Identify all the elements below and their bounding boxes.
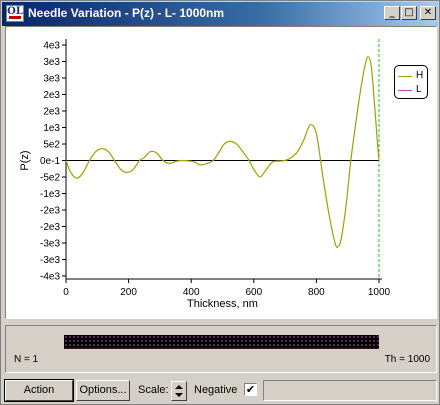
x-tick-label: 800 <box>308 287 325 298</box>
close-button[interactable]: ✕ <box>420 6 436 20</box>
y-tick-label: -1e3 <box>40 189 60 200</box>
negative-label: Negative <box>194 384 238 396</box>
scale-label: Scale: <box>138 384 169 396</box>
y-tick-label: -5e2 <box>40 173 60 184</box>
action-button[interactable]: Action <box>4 379 74 402</box>
y-tick-label: 1e3 <box>43 123 60 134</box>
series-line-h <box>65 56 380 248</box>
thickness-panel: N = 1 Th = 1000 <box>5 325 437 373</box>
legend-label-l: L <box>416 84 422 95</box>
legend-label-h: H <box>416 70 424 81</box>
x-tick-label: 200 <box>120 287 137 298</box>
title-bar[interactable]: OL Needle Variation - P(z) - L- 1000nm _… <box>2 2 438 26</box>
chart[interactable]: 4e3 3e3 3e3 2e3 2e3 1e3 5e2 0e-1 -5e2 -1e3 -2e3 -2e… <box>6 27 436 318</box>
plot-panel: 4e3 3e3 3e3 2e3 2e3 1e3 5e2 0e-1 -5e2 -1e3 -2e3 -2e… <box>5 26 437 319</box>
legend-item-l: L <box>398 84 428 96</box>
th-label: Th = 1000 <box>384 354 430 365</box>
maximize-button[interactable]: □ <box>401 6 417 20</box>
options-button-label: Options... <box>79 384 127 396</box>
y-tick-label: 0e-1 <box>40 156 60 167</box>
legend: H L <box>394 65 428 99</box>
y-tick-label: 3e3 <box>43 74 60 85</box>
x-tick-label: 400 <box>183 287 200 298</box>
minimize-button[interactable]: _ <box>384 6 400 20</box>
scale-spinner[interactable] <box>171 381 187 401</box>
legend-swatch-h <box>398 76 412 77</box>
legend-swatch-l <box>398 90 412 91</box>
minimize-icon: _ <box>389 7 395 18</box>
y-tick-label: 5e2 <box>43 140 60 151</box>
y-tick-label: -2e3 <box>40 222 60 233</box>
app-logo-icon: OL <box>6 5 24 22</box>
x-tick-label: 1000 <box>368 287 391 298</box>
y-tick-label: -3e3 <box>40 255 60 266</box>
checkmark-icon: ✔ <box>245 383 256 396</box>
window-title: Needle Variation - P(z) - L- 1000nm <box>28 6 225 20</box>
spin-up-icon[interactable] <box>175 385 183 389</box>
close-icon: ✕ <box>423 7 433 18</box>
negative-checkbox[interactable]: ✔ <box>244 383 257 396</box>
action-button-label: Action <box>23 384 55 396</box>
x-axis-label: Thickness, nm <box>187 298 258 310</box>
y-tick-label: 4e3 <box>43 41 60 52</box>
y-tick-label: 2e3 <box>43 107 60 118</box>
spin-down-icon[interactable] <box>175 393 183 397</box>
y-tick-label: -2e3 <box>40 206 60 217</box>
n-label: N = 1 <box>14 354 39 365</box>
y-tick-label: -4e3 <box>40 272 60 283</box>
x-tick-label: 600 <box>245 287 262 298</box>
needle-variation-window: OL Needle Variation - P(z) - L- 1000nm _… <box>0 0 440 405</box>
thickness-bar[interactable] <box>64 335 379 349</box>
options-button[interactable]: Options... <box>76 380 130 401</box>
maximize-icon: □ <box>404 7 414 18</box>
toolbar: Action Options... Scale: Negative ✔ <box>1 377 440 405</box>
y-tick-label: 3e3 <box>43 57 60 68</box>
y-tick-label: 2e3 <box>43 90 60 101</box>
legend-item-h: H <box>398 70 428 82</box>
status-area <box>263 380 437 401</box>
y-tick-label: -3e3 <box>40 239 60 250</box>
y-axis-label: P(z) <box>19 150 31 170</box>
x-tick-label: 0 <box>63 287 69 298</box>
